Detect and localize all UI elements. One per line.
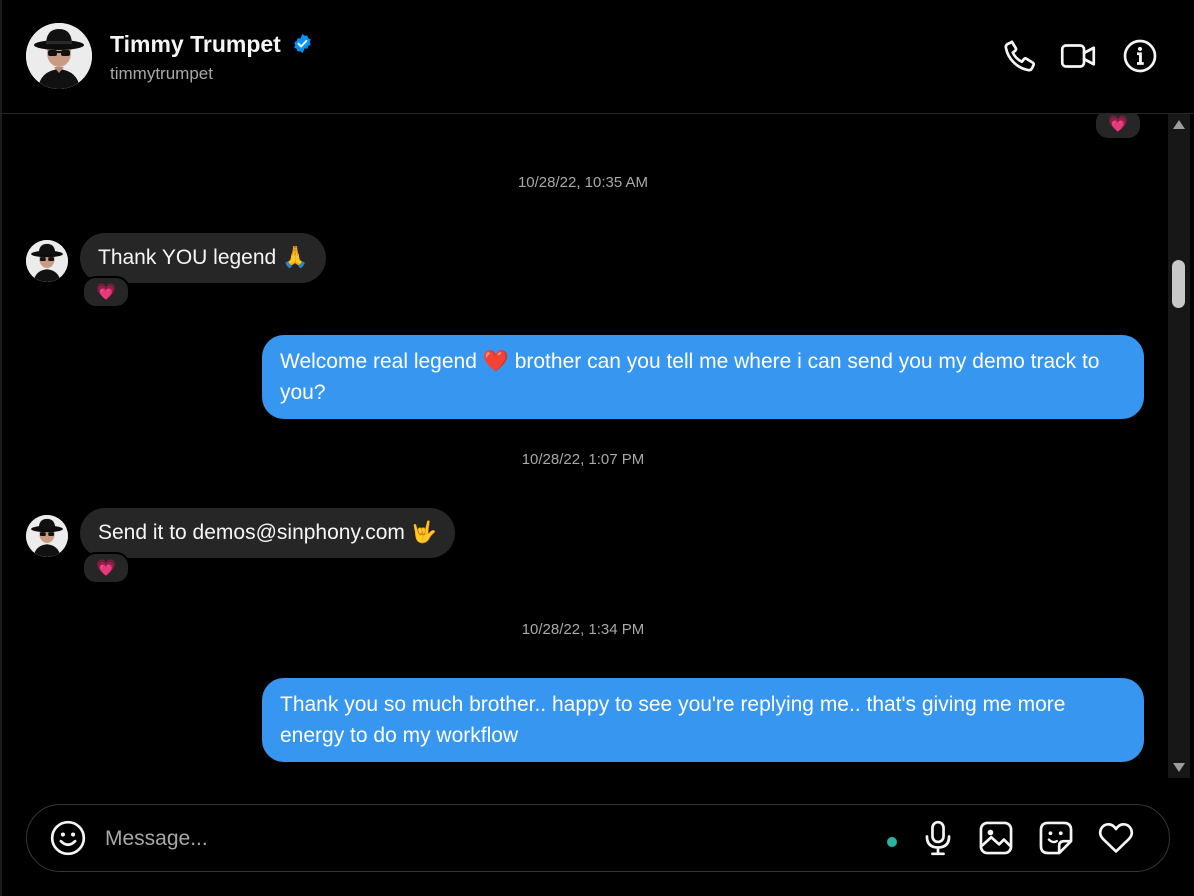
chat-header: Timmy Trumpet timmytrumpet — [0, 0, 1194, 114]
contact-avatar[interactable] — [26, 23, 92, 89]
timestamp: 10/28/22, 10:35 AM — [517, 174, 649, 191]
message-input[interactable] — [103, 817, 807, 861]
reaction-heart: 💗 — [1108, 116, 1128, 133]
outgoing-message[interactable]: Thank you so much brother.. happy to see… — [262, 678, 1144, 762]
timestamp: 10/28/22, 1:34 PM — [521, 621, 645, 638]
reaction-heart: 💗 — [96, 284, 116, 301]
outgoing-message[interactable]: Welcome real legend ❤️ brother can you t… — [262, 335, 1144, 419]
heart-icon[interactable] — [1097, 819, 1135, 857]
sticker-icon[interactable] — [1037, 819, 1075, 857]
verified-badge-icon — [294, 33, 311, 54]
microphone-icon[interactable] — [919, 819, 957, 857]
reaction-heart: 💗 — [96, 560, 116, 577]
sender-avatar[interactable] — [26, 515, 68, 557]
status-dot — [887, 837, 897, 847]
message-thread[interactable]: 💗 10/28/22, 10:35 AM Thank YOU legend 🙏 … — [0, 114, 1166, 778]
reaction-badge[interactable]: 💗 — [82, 552, 130, 584]
video-call-icon[interactable] — [1060, 38, 1096, 74]
emoji-icon[interactable] — [49, 819, 87, 857]
image-icon[interactable] — [977, 819, 1015, 857]
contact-name[interactable]: Timmy Trumpet — [110, 31, 281, 58]
scroll-up-arrow-icon[interactable] — [1173, 120, 1185, 129]
contact-handle: timmytrumpet — [110, 64, 213, 83]
timestamp: 10/28/22, 1:07 PM — [521, 451, 645, 468]
reaction-badge[interactable]: 💗 — [82, 276, 130, 308]
info-icon[interactable] — [1122, 38, 1158, 74]
scrollbar-thumb[interactable] — [1172, 260, 1185, 308]
sender-avatar[interactable] — [26, 240, 68, 282]
scrollbar[interactable] — [1168, 114, 1190, 778]
message-composer — [26, 804, 1170, 872]
scroll-down-arrow-icon[interactable] — [1173, 763, 1185, 772]
incoming-message[interactable]: Send it to demos@sinphony.com 🤟 — [80, 508, 455, 558]
reaction-badge[interactable]: 💗 — [1094, 114, 1142, 140]
phone-icon[interactable] — [1002, 38, 1038, 74]
